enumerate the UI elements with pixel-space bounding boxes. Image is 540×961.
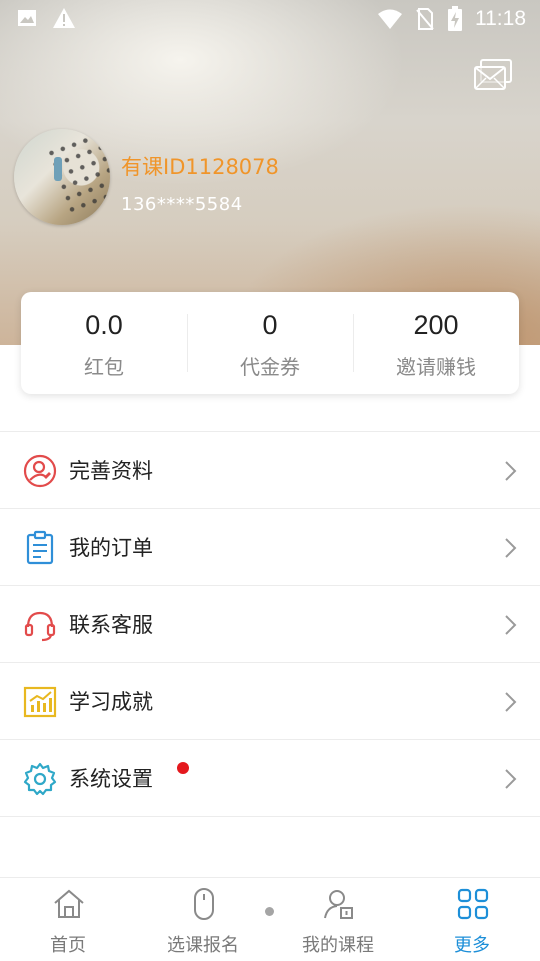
bottom-tab-bar: 首页 选课报名 我的课程 更多 — [0, 877, 540, 961]
message-button[interactable] — [473, 58, 515, 92]
mouse-icon — [194, 888, 214, 920]
image-icon — [18, 10, 36, 26]
tab-label: 更多 — [454, 935, 490, 956]
menu-item-support[interactable]: 联系客服 — [0, 586, 540, 663]
stats-card: 0.0 红包 0 代金券 200 邀请赚钱 — [21, 292, 519, 394]
menu-item-label: 我的订单 — [69, 536, 153, 560]
chevron-right-icon — [505, 461, 517, 481]
menu-item-orders[interactable]: 我的订单 — [0, 509, 540, 586]
avatar-figure — [54, 157, 62, 181]
menu-item-label: 联系客服 — [69, 613, 153, 637]
wifi-icon — [378, 9, 402, 29]
tab-my-courses[interactable]: 我的课程 — [278, 878, 398, 961]
no-sim-icon — [416, 8, 434, 30]
tab-more[interactable]: 更多 — [412, 878, 532, 961]
battery-charging-icon — [448, 6, 462, 31]
stat-voucher[interactable]: 0 代金券 — [187, 292, 353, 394]
tab-course-signup[interactable]: 选课报名 — [143, 878, 263, 961]
chevron-right-icon — [505, 769, 517, 789]
profile-icon — [23, 454, 57, 488]
my-course-icon — [324, 890, 353, 919]
menu-item-label: 学习成就 — [69, 690, 153, 714]
stat-value: 200 — [413, 310, 459, 340]
stat-label: 邀请赚钱 — [396, 355, 476, 379]
stat-value: 0.0 — [85, 310, 123, 340]
chevron-right-icon — [505, 692, 517, 712]
stat-value: 0 — [262, 310, 278, 340]
stat-label: 红包 — [84, 355, 124, 379]
home-icon — [54, 889, 84, 918]
menu-item-settings[interactable]: 系统设置 — [0, 740, 540, 817]
warning-icon — [53, 8, 75, 28]
stat-red-packet[interactable]: 0.0 红包 — [21, 292, 187, 394]
order-clipboard-icon — [26, 530, 54, 565]
status-bar: 11:18 — [0, 0, 540, 38]
stat-invite[interactable]: 200 邀请赚钱 — [353, 292, 519, 394]
headset-icon — [24, 611, 56, 642]
notification-dot — [177, 762, 189, 774]
chevron-right-icon — [505, 538, 517, 558]
tab-label: 我的课程 — [302, 935, 374, 956]
status-time: 11:18 — [475, 7, 526, 30]
grid-icon — [457, 888, 489, 920]
envelope-stack-icon — [474, 59, 512, 90]
tab-label: 选课报名 — [167, 935, 239, 956]
menu-item-profile[interactable]: 完善资料 — [0, 432, 540, 509]
tab-label: 首页 — [50, 935, 86, 956]
chevron-right-icon — [505, 615, 517, 635]
tab-indicator-dot — [265, 907, 274, 916]
menu-item-achievements[interactable]: 学习成就 — [0, 663, 540, 740]
settings-menu: 完善资料 我的订单 联系客服 学习成就 系统设置 — [0, 431, 540, 817]
gear-icon — [23, 762, 57, 796]
achievement-chart-icon — [23, 686, 57, 718]
menu-item-label: 完善资料 — [69, 459, 153, 483]
tab-home[interactable]: 首页 — [8, 878, 128, 961]
menu-item-label: 系统设置 — [69, 767, 153, 791]
user-id: 有课ID1128078 — [121, 155, 279, 179]
stat-label: 代金券 — [240, 355, 300, 379]
user-phone: 136****5584 — [121, 194, 243, 215]
avatar[interactable] — [14, 129, 110, 225]
